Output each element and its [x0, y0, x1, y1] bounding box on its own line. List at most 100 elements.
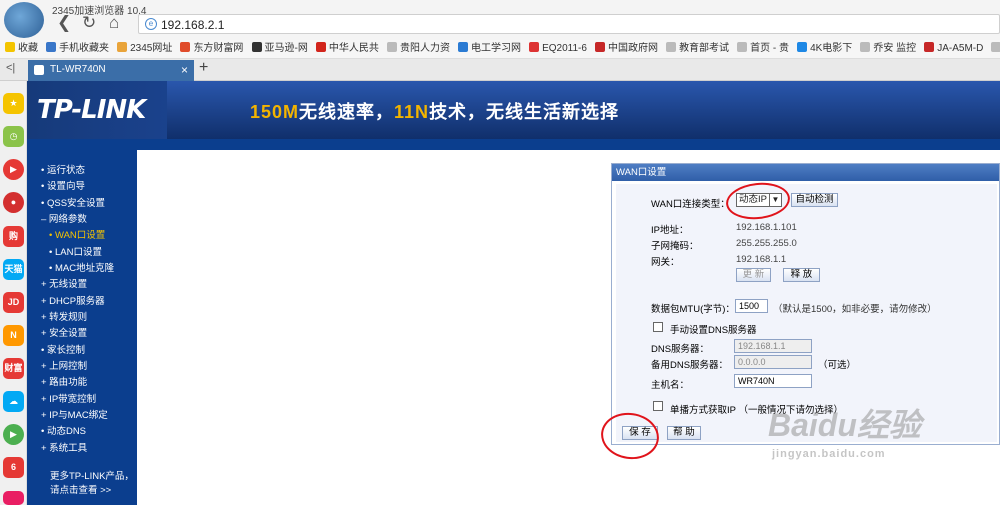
- auto-detect-button[interactable]: 自动检测: [791, 193, 838, 207]
- bookmark-item[interactable]: 亚马逊-网: [251, 40, 308, 58]
- release-button[interactable]: 释 放: [783, 268, 820, 282]
- host-label: 主机名：: [651, 380, 690, 391]
- close-icon[interactable]: ×: [181, 63, 188, 77]
- nav-forward[interactable]: + 转发规则: [41, 309, 87, 323]
- banner-slogan: 150M无线速率，11N技术，无线生活新选择: [250, 102, 620, 122]
- star-icon[interactable]: ★: [3, 93, 24, 114]
- promo-line2: 请点击查看 >>: [50, 485, 112, 496]
- mtu-hint: （默认是1500，如非必要，请勿修改）: [773, 304, 937, 315]
- jd-shop-icon[interactable]: 购: [3, 226, 24, 247]
- mtu-label: 数据包MTU(字节)：: [651, 304, 735, 315]
- bookmark-item[interactable]: 贵阳人力资: [386, 40, 450, 58]
- nav-lan[interactable]: • LAN口设置: [49, 244, 102, 258]
- baidu-watermark: Baidu经验 jingyan.baidu.com: [768, 400, 921, 460]
- manual-dns-label: 手动设置DNS服务器: [670, 325, 757, 336]
- dns-input[interactable]: 192.168.1.1: [734, 339, 812, 353]
- help-button[interactable]: 帮 助: [667, 426, 701, 440]
- six-icon[interactable]: 6: [3, 457, 24, 478]
- bookmark-item[interactable]: 首页 - 贵: [737, 40, 789, 58]
- bookmark-item[interactable]: JA-A5M-D: [924, 40, 983, 58]
- page-icon: [34, 65, 44, 75]
- address-bar[interactable]: e 192.168.2.1: [138, 14, 1000, 34]
- bookmark-item[interactable]: 电工学习网: [458, 40, 521, 58]
- security-icon: e: [145, 18, 157, 30]
- router-nav: • 运行状态 • 设置向导 • QSS安全设置 – 网络参数 • WAN口设置 …: [27, 150, 137, 505]
- nav-wizard[interactable]: • 设置向导: [41, 178, 85, 192]
- app-icon[interactable]: [3, 491, 24, 505]
- nav-bandwidth[interactable]: + IP带宽控制: [41, 391, 96, 405]
- alt-dns-label: 备用DNS服务器：: [651, 360, 729, 371]
- bookmark-item[interactable]: 中国: [991, 40, 1000, 58]
- tab-title: TL-WR740N: [50, 64, 106, 75]
- bookmark-item[interactable]: 手机收藏夹: [46, 40, 109, 58]
- bookmark-item[interactable]: 2345网址: [117, 40, 172, 58]
- tab-bar: <| TL-WR740N × +: [0, 59, 1000, 81]
- nav-status[interactable]: • 运行状态: [41, 162, 85, 176]
- conn-type-label: WAN口连接类型：: [651, 199, 730, 210]
- bookmark-item[interactable]: EQ2011-6: [529, 40, 587, 58]
- bookmark-item[interactable]: 中国政府网: [595, 40, 658, 58]
- nav-ddns[interactable]: • 动态DNS: [41, 423, 86, 437]
- ip-label: IP地址：: [651, 225, 689, 236]
- manual-dns-checkbox[interactable]: [653, 322, 663, 332]
- nav-parental[interactable]: • 家长控制: [41, 342, 85, 356]
- play-icon[interactable]: ▶: [3, 159, 24, 180]
- tab-router[interactable]: TL-WR740N ×: [28, 60, 194, 81]
- nav-mac-clone[interactable]: • MAC地址克隆: [49, 260, 114, 274]
- back-icon[interactable]: ❮: [57, 13, 71, 33]
- tplink-logo: TP-LINK: [37, 95, 146, 125]
- nav-routing[interactable]: + 路由功能: [41, 374, 87, 388]
- home-icon[interactable]: ⌂: [109, 13, 119, 33]
- nav-qss[interactable]: • QSS安全设置: [41, 195, 105, 209]
- gateway-value: 192.168.1.1: [736, 254, 787, 265]
- collapse-icon[interactable]: <|: [6, 62, 15, 74]
- nav-dhcp[interactable]: + DHCP服务器: [41, 293, 105, 307]
- bookmark-item[interactable]: 中华人民共: [315, 40, 379, 58]
- video-icon[interactable]: ●: [3, 192, 24, 213]
- clock-icon[interactable]: ◷: [3, 126, 24, 147]
- mask-value: 255.255.255.0: [736, 238, 797, 249]
- unicast-checkbox[interactable]: [653, 401, 663, 411]
- bookmark-item[interactable]: 教育部考试: [666, 40, 729, 58]
- banner-slogan-area: 150M无线速率，11N技术，无线生活新选择: [167, 81, 1000, 139]
- panel-title: WAN口设置: [612, 164, 999, 181]
- alt-dns-hint: （可选）: [818, 360, 857, 371]
- nav-access[interactable]: + 上网控制: [41, 358, 87, 372]
- promo-link[interactable]: 更多TP-LINK产品， 请点击查看 >>: [50, 470, 134, 498]
- browser-logo-icon: [4, 2, 44, 38]
- nav-network[interactable]: – 网络参数: [41, 211, 87, 225]
- watermark-sub: jingyan.baidu.com: [772, 448, 886, 460]
- nav-wan[interactable]: • WAN口设置: [49, 227, 105, 241]
- bookmark-item[interactable]: 东方财富网: [180, 40, 243, 58]
- bookmark-item[interactable]: 乔安 监控: [860, 40, 916, 58]
- dns-label: DNS服务器：: [651, 344, 710, 355]
- new-tab-icon[interactable]: +: [199, 59, 208, 77]
- promo-line1: 更多TP-LINK产品，: [50, 471, 134, 482]
- bookmark-favorites[interactable]: 收藏: [5, 40, 38, 58]
- media-icon[interactable]: ▶: [3, 424, 24, 445]
- tmall-icon[interactable]: 天猫: [3, 259, 24, 280]
- mask-label: 子网掩码：: [651, 241, 699, 252]
- router-banner: TP-LINK 150M无线速率，11N技术，无线生活新选择: [27, 81, 1000, 139]
- renew-button[interactable]: 更 新: [736, 268, 771, 282]
- nav-ip-mac[interactable]: + IP与MAC绑定: [41, 407, 108, 421]
- finance-icon[interactable]: 财富: [3, 358, 24, 379]
- browser-titlebar: 2345加速浏览器 10.4 ❮ ↻ ⌂ e 192.168.2.1: [0, 0, 1000, 40]
- jd-icon[interactable]: JD: [3, 292, 24, 313]
- suning-icon[interactable]: N: [3, 325, 24, 346]
- bookmark-item[interactable]: 4K电影下: [797, 40, 852, 58]
- watermark-main: Baidu经验: [768, 407, 921, 443]
- bookmarks-bar: 收藏 手机收藏夹 2345网址 东方财富网 亚马逊-网 中华人民共 贵阳人力资 …: [0, 40, 1000, 59]
- cloud-icon[interactable]: ☁: [3, 391, 24, 412]
- gateway-label: 网关：: [651, 257, 680, 268]
- nav-wireless[interactable]: + 无线设置: [41, 276, 87, 290]
- address-text[interactable]: 192.168.2.1: [161, 18, 224, 32]
- nav-security[interactable]: + 安全设置: [41, 325, 87, 339]
- banner-strip: [27, 139, 1000, 150]
- nav-system[interactable]: + 系统工具: [41, 440, 87, 454]
- side-dock: ★ ◷ ▶ ● 购 天猫 JD N 财富 ☁ ▶ 6: [0, 81, 27, 505]
- host-input[interactable]: WR740N: [734, 374, 812, 388]
- alt-dns-input[interactable]: 0.0.0.0: [734, 355, 812, 369]
- mtu-input[interactable]: 1500: [735, 299, 768, 313]
- refresh-icon[interactable]: ↻: [82, 13, 96, 33]
